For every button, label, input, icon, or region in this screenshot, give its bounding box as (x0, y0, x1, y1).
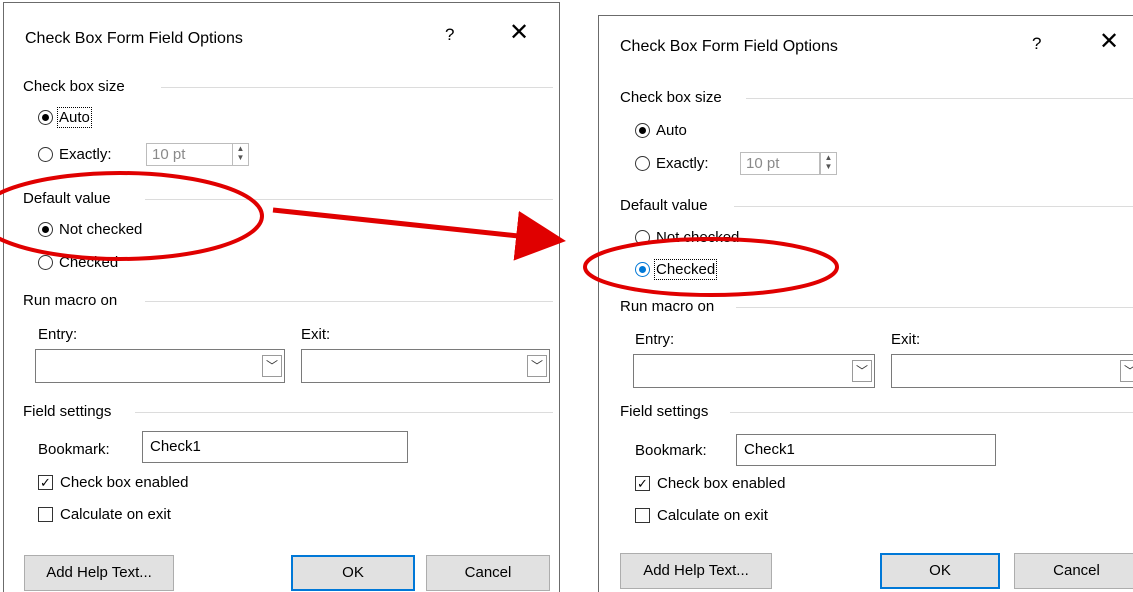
annotation-overlay (0, 171, 839, 297)
arrow-line (272, 207, 566, 261)
highlight-ellipse-left (0, 171, 264, 261)
highlight-ellipse-right (583, 237, 839, 297)
